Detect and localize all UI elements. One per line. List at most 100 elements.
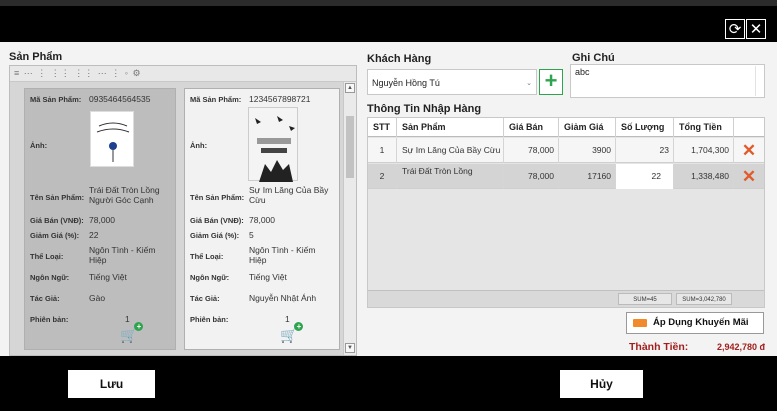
product-edition: 1	[125, 314, 130, 324]
col-stt[interactable]: STT	[368, 118, 397, 137]
product-language: Tiếng Việt	[89, 272, 127, 282]
product-name: Sự Im Lăng Của Bầy Cừu	[249, 185, 329, 205]
add-to-cart-icon[interactable]: 🛒 +	[120, 322, 144, 344]
language-label: Ngôn Ngữ:	[30, 273, 70, 282]
product-price: 78,000	[249, 215, 275, 225]
product-edition: 1	[285, 314, 290, 324]
product-discount: 5	[249, 230, 254, 240]
add-to-cart-icon[interactable]: 🛒 +	[280, 322, 304, 344]
scrollbar-thumb[interactable]	[346, 116, 354, 178]
product-author: Nguyễn Nhật Ánh	[249, 293, 317, 303]
product-name: Trái Đất Tròn Lồng Người Góc Cạnh	[89, 185, 160, 205]
grid-header: STT Sản Phẩm Giá Bán Giảm Giá Số Lượng T…	[368, 118, 764, 137]
total-label: Thành Tiền:	[629, 341, 689, 353]
order-dialog: ⟳ ✕ Sản Phẩm ≡ ⋯ ⋮ ⋮⋮ ⋮⋮ ⋯ ⋮ ◦ ⚙ Mã Sản …	[0, 0, 777, 411]
category-label: Thể Loại:	[30, 252, 64, 261]
code-label: Mã Sản Phẩm:	[30, 95, 82, 104]
discount-label: Giảm Giá (%):	[30, 231, 80, 240]
customer-value: Nguyễn Hồng Tú	[372, 78, 440, 88]
product-category: Ngôn Tình - Kiếm Hiệp	[249, 245, 316, 265]
price-label: Giá Bán (VNĐ):	[190, 216, 244, 225]
refresh-icon[interactable]: ⟳	[725, 19, 745, 39]
customer-label: Khách Hàng	[367, 53, 432, 65]
main-content: Sản Phẩm ≡ ⋯ ⋮ ⋮⋮ ⋮⋮ ⋯ ⋮ ◦ ⚙ Mã Sản Phẩm…	[0, 42, 777, 356]
cell-stt: 2	[368, 164, 397, 189]
customer-select[interactable]: Nguyễn Hồng Tú ⌄	[367, 69, 537, 95]
cell-discount: 17160	[559, 164, 616, 189]
close-icon[interactable]: ✕	[746, 19, 766, 39]
total-value: 2,942,780 đ	[716, 342, 765, 352]
product-toolbar[interactable]: ≡ ⋯ ⋮ ⋮⋮ ⋮⋮ ⋯ ⋮ ◦ ⚙	[10, 66, 356, 82]
name-label: Tên Sản Phẩm:	[30, 193, 85, 202]
author-label: Tác Giả:	[30, 294, 60, 303]
image-label: Ảnh:	[30, 141, 48, 150]
product-author: Gào	[89, 293, 106, 303]
col-discount[interactable]: Giảm Giá	[559, 118, 616, 137]
product-card[interactable]: Mã Sản Phẩm: 1234567898721 Ảnh: Tên Sản …	[184, 88, 340, 350]
delete-icon[interactable]: ✕	[737, 167, 761, 186]
cell-product: Sự Im Lăng Của Bầy Cừu	[397, 138, 504, 163]
chevron-down-icon[interactable]: ⌄	[526, 79, 532, 87]
discount-label: Giảm Giá (%):	[190, 231, 240, 240]
scroll-down-icon[interactable]: ▼	[345, 343, 355, 353]
note-textarea[interactable]: abc	[570, 64, 765, 98]
table-row[interactable]: 2 Trái Đất Tròn Lồng 78,000 17160 22 1,3…	[368, 164, 764, 189]
col-product[interactable]: Sản Phẩm	[397, 118, 504, 137]
add-customer-button[interactable]: +	[539, 69, 563, 95]
cell-price: 78,000	[504, 164, 559, 189]
author-label: Tác Giả:	[190, 294, 220, 303]
image-label: Ảnh:	[190, 141, 208, 150]
product-language: Tiếng Việt	[249, 272, 287, 282]
sum-quantity: SUM=45	[618, 293, 672, 305]
cell-total: 1,338,480	[674, 164, 734, 189]
scroll-up-icon[interactable]: ▲	[345, 83, 355, 93]
title-bar: ⟳ ✕	[0, 6, 777, 42]
plus-icon: +	[294, 322, 304, 331]
sum-total: SUM=3,042,780	[676, 293, 732, 305]
edition-label: Phiên bản:	[190, 315, 229, 324]
import-info-title: Thông Tin Nhập Hàng	[367, 103, 482, 115]
product-category: Ngôn Tình - Kiếm Hiệp	[89, 245, 156, 265]
footer-bar: Lưu Hủy	[0, 356, 777, 411]
cell-stt: 1	[368, 138, 397, 163]
col-total[interactable]: Tổng Tiền	[674, 118, 734, 137]
cancel-button[interactable]: Hủy	[560, 370, 643, 398]
delete-icon[interactable]: ✕	[737, 141, 761, 160]
apply-promotion-button[interactable]: Áp Dụng Khuyến Mãi	[626, 312, 764, 334]
quantity-stepper[interactable]: 22	[616, 164, 674, 189]
import-grid: STT Sản Phẩm Giá Bán Giảm Giá Số Lượng T…	[367, 117, 765, 308]
book-cover-image	[248, 107, 298, 182]
product-code: 1234567898721	[249, 94, 311, 104]
col-price[interactable]: Giá Bán	[504, 118, 559, 137]
apply-promotion-label: Áp Dụng Khuyến Mãi	[653, 317, 749, 328]
product-code: 0935464564535	[89, 94, 151, 104]
language-label: Ngôn Ngữ:	[190, 273, 230, 282]
product-discount: 22	[89, 230, 99, 240]
summary-bar: SUM=45 SUM=3,042,780	[368, 290, 764, 307]
note-label: Ghi Chú	[572, 52, 615, 64]
cell-qty[interactable]: 23	[616, 138, 674, 163]
save-button[interactable]: Lưu	[68, 370, 155, 398]
code-label: Mã Sản Phẩm:	[190, 95, 242, 104]
product-list-scrollbar[interactable]: ▲ ▼	[343, 82, 356, 355]
edition-label: Phiên bản:	[30, 315, 69, 324]
name-label: Tên Sản Phẩm:	[190, 193, 245, 202]
table-row[interactable]: 1 Sự Im Lăng Của Bầy Cừu 78,000 3900 23 …	[368, 138, 764, 163]
cell-total: 1,704,300	[674, 138, 734, 163]
product-price: 78,000	[89, 215, 115, 225]
plus-icon: +	[134, 322, 144, 331]
note-scrollbar[interactable]	[755, 66, 763, 96]
col-action	[734, 118, 764, 137]
col-qty[interactable]: Số Lượng	[616, 118, 674, 137]
cell-discount: 3900	[559, 138, 616, 163]
product-list-panel: ≡ ⋯ ⋮ ⋮⋮ ⋮⋮ ⋯ ⋮ ◦ ⚙ Mã Sản Phẩm: 0935464…	[9, 65, 357, 356]
category-label: Thể Loại:	[190, 252, 224, 261]
tag-icon	[633, 319, 647, 327]
note-value: abc	[575, 67, 590, 77]
book-cover-image	[90, 111, 134, 167]
price-label: Giá Bán (VNĐ):	[30, 216, 84, 225]
products-title: Sản Phẩm	[9, 51, 63, 63]
cell-price: 78,000	[504, 138, 559, 163]
product-card[interactable]: Mã Sản Phẩm: 0935464564535 Ảnh: Tên Sản …	[24, 88, 176, 350]
cell-product: Trái Đất Tròn Lồng	[397, 164, 504, 189]
